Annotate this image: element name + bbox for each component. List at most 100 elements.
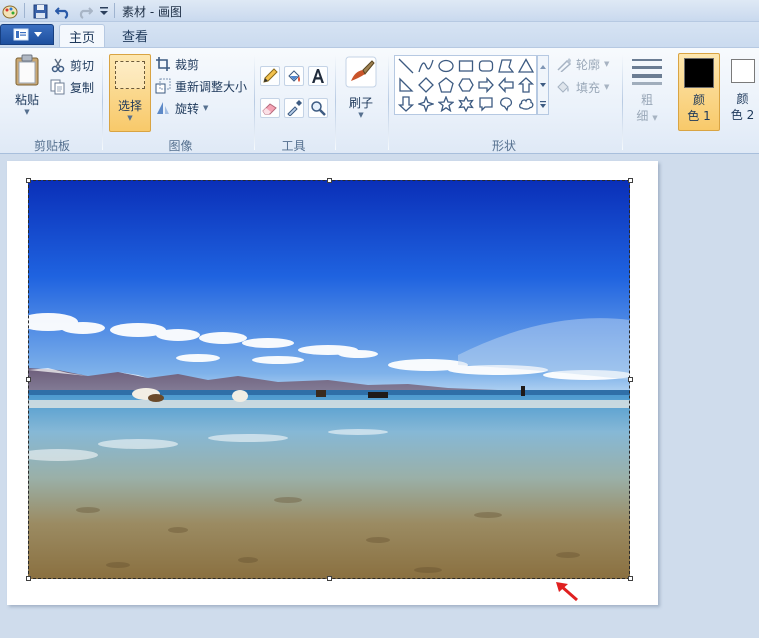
title-bar: 素材 - 画图: [0, 0, 759, 22]
resize-handle-top-left[interactable]: [26, 178, 31, 183]
size-icon: [632, 59, 662, 85]
color1-swatch: [684, 58, 714, 88]
crop-button[interactable]: 裁剪: [155, 54, 199, 74]
rotate-button[interactable]: 旋转 ▼: [155, 98, 208, 118]
rounded-rectangle-shape-icon[interactable]: [477, 57, 495, 75]
fill-shape-icon: [557, 81, 569, 93]
annotation-arrow-icon: [556, 582, 578, 602]
window-title: 素材 - 画图: [122, 5, 182, 19]
paste-icon: [15, 54, 39, 86]
selection-rectangle[interactable]: [28, 180, 630, 579]
cut-button[interactable]: 剪切: [50, 55, 94, 75]
right-triangle-shape-icon[interactable]: [397, 76, 415, 94]
fill-shape-label: 填充: [576, 80, 601, 95]
color-picker-icon: [287, 100, 302, 116]
outline-label: 轮廓: [576, 57, 601, 72]
left-arrow-shape-icon[interactable]: [497, 76, 515, 94]
copy-label: 复制: [70, 80, 95, 95]
magnifier-tool[interactable]: [308, 98, 328, 118]
curve-shape-icon[interactable]: [417, 57, 435, 75]
copy-button[interactable]: 复制: [50, 77, 94, 97]
eraser-tool[interactable]: [260, 98, 280, 118]
triangle-shape-icon[interactable]: [517, 57, 535, 75]
brush-icon: [345, 56, 377, 88]
pencil-tool[interactable]: [260, 66, 280, 86]
tools-group-label: 工具: [281, 139, 306, 153]
cut-label: 剪切: [70, 58, 95, 73]
text-tool[interactable]: [308, 66, 328, 86]
color1-button[interactable]: 颜 色 1: [678, 53, 720, 131]
select-icon: [115, 61, 145, 89]
hexagon-shape-icon[interactable]: [457, 76, 475, 94]
select-label: 选择: [117, 99, 142, 113]
redo-icon[interactable]: [77, 3, 93, 19]
six-point-star-shape-icon[interactable]: [457, 95, 475, 113]
color2-button[interactable]: 颜 色 2: [726, 53, 759, 131]
pencil-icon: [263, 68, 278, 83]
resize-handle-bottom[interactable]: [327, 576, 332, 581]
resize-handle-bottom-right[interactable]: [628, 576, 633, 581]
color2-swatch: [730, 59, 755, 83]
up-arrow-shape-icon[interactable]: [517, 76, 535, 94]
fill-shape-button[interactable]: 填充 ▼: [556, 77, 609, 97]
outline-button[interactable]: 轮廓 ▼: [556, 54, 609, 74]
fill-icon: [288, 70, 300, 82]
text-icon: [312, 69, 324, 83]
color1-label-line1: 颜: [692, 93, 705, 107]
brushes-label: 刷子: [348, 96, 373, 110]
size-label-line2: 细 ▼: [636, 109, 658, 123]
down-arrow-shape-icon[interactable]: [397, 95, 415, 113]
resize-handle-left[interactable]: [26, 377, 31, 382]
image-group-label: 图像: [168, 139, 193, 153]
oval-callout-shape-icon[interactable]: [497, 95, 515, 113]
shapes-group-label: 形状: [491, 139, 516, 153]
resize-handle-top-right[interactable]: [628, 178, 633, 183]
diamond-shape-icon[interactable]: [417, 76, 435, 94]
rounded-callout-shape-icon[interactable]: [477, 95, 495, 113]
select-dropdown-icon: ▼: [127, 114, 133, 122]
group-divider: [254, 54, 255, 150]
tab-view[interactable]: 查看: [112, 24, 158, 47]
five-point-star-shape-icon[interactable]: [437, 95, 455, 113]
paste-button[interactable]: 粘贴 ▼: [7, 54, 47, 116]
right-arrow-shape-icon[interactable]: [477, 76, 495, 94]
select-button[interactable]: 选择 ▼: [109, 54, 151, 132]
size-button[interactable]: 粗 细 ▼: [628, 56, 666, 126]
color1-label-line2: 色 1: [687, 109, 711, 123]
resize-handle-bottom-left[interactable]: [26, 576, 31, 581]
pentagon-shape-icon[interactable]: [437, 76, 455, 94]
title-divider: [24, 3, 25, 18]
undo-icon[interactable]: [55, 3, 71, 19]
paint-menu-button[interactable]: [0, 24, 54, 45]
four-point-star-shape-icon[interactable]: [417, 95, 435, 113]
cloud-callout-shape-icon[interactable]: [517, 95, 535, 113]
resize-button[interactable]: 重新调整大小: [155, 76, 247, 96]
shapes-scrollbar[interactable]: [537, 55, 549, 115]
group-divider: [622, 54, 623, 150]
paint-app-icon[interactable]: [2, 3, 18, 19]
crop-icon: [156, 57, 170, 71]
paint-menu-icon: [13, 28, 28, 41]
rotate-dropdown-icon: ▼: [203, 104, 209, 112]
rectangle-shape-icon[interactable]: [457, 57, 475, 75]
resize-handle-top[interactable]: [327, 178, 332, 183]
oval-shape-icon[interactable]: [437, 57, 455, 75]
brushes-button[interactable]: 刷子 ▼: [341, 56, 381, 119]
shapes-gallery: [394, 55, 537, 115]
tab-home[interactable]: 主页: [59, 24, 105, 47]
ribbon-tab-row: 主页 查看: [0, 22, 759, 47]
resize-handle-right[interactable]: [628, 377, 633, 382]
outline-dropdown-icon: ▼: [604, 60, 610, 68]
line-shape-icon[interactable]: [397, 57, 415, 75]
color2-label-line1: 颜: [736, 92, 749, 106]
customize-dropdown-icon[interactable]: [96, 3, 112, 19]
polygon-shape-icon[interactable]: [497, 57, 515, 75]
save-icon[interactable]: [32, 3, 48, 19]
paste-label: 粘贴: [14, 93, 39, 107]
color-picker-tool[interactable]: [284, 98, 304, 118]
rotate-icon: [157, 102, 169, 114]
resize-label: 重新调整大小: [175, 79, 248, 94]
title-divider: [114, 3, 115, 18]
crop-label: 裁剪: [175, 57, 200, 72]
fill-tool[interactable]: [284, 66, 304, 86]
